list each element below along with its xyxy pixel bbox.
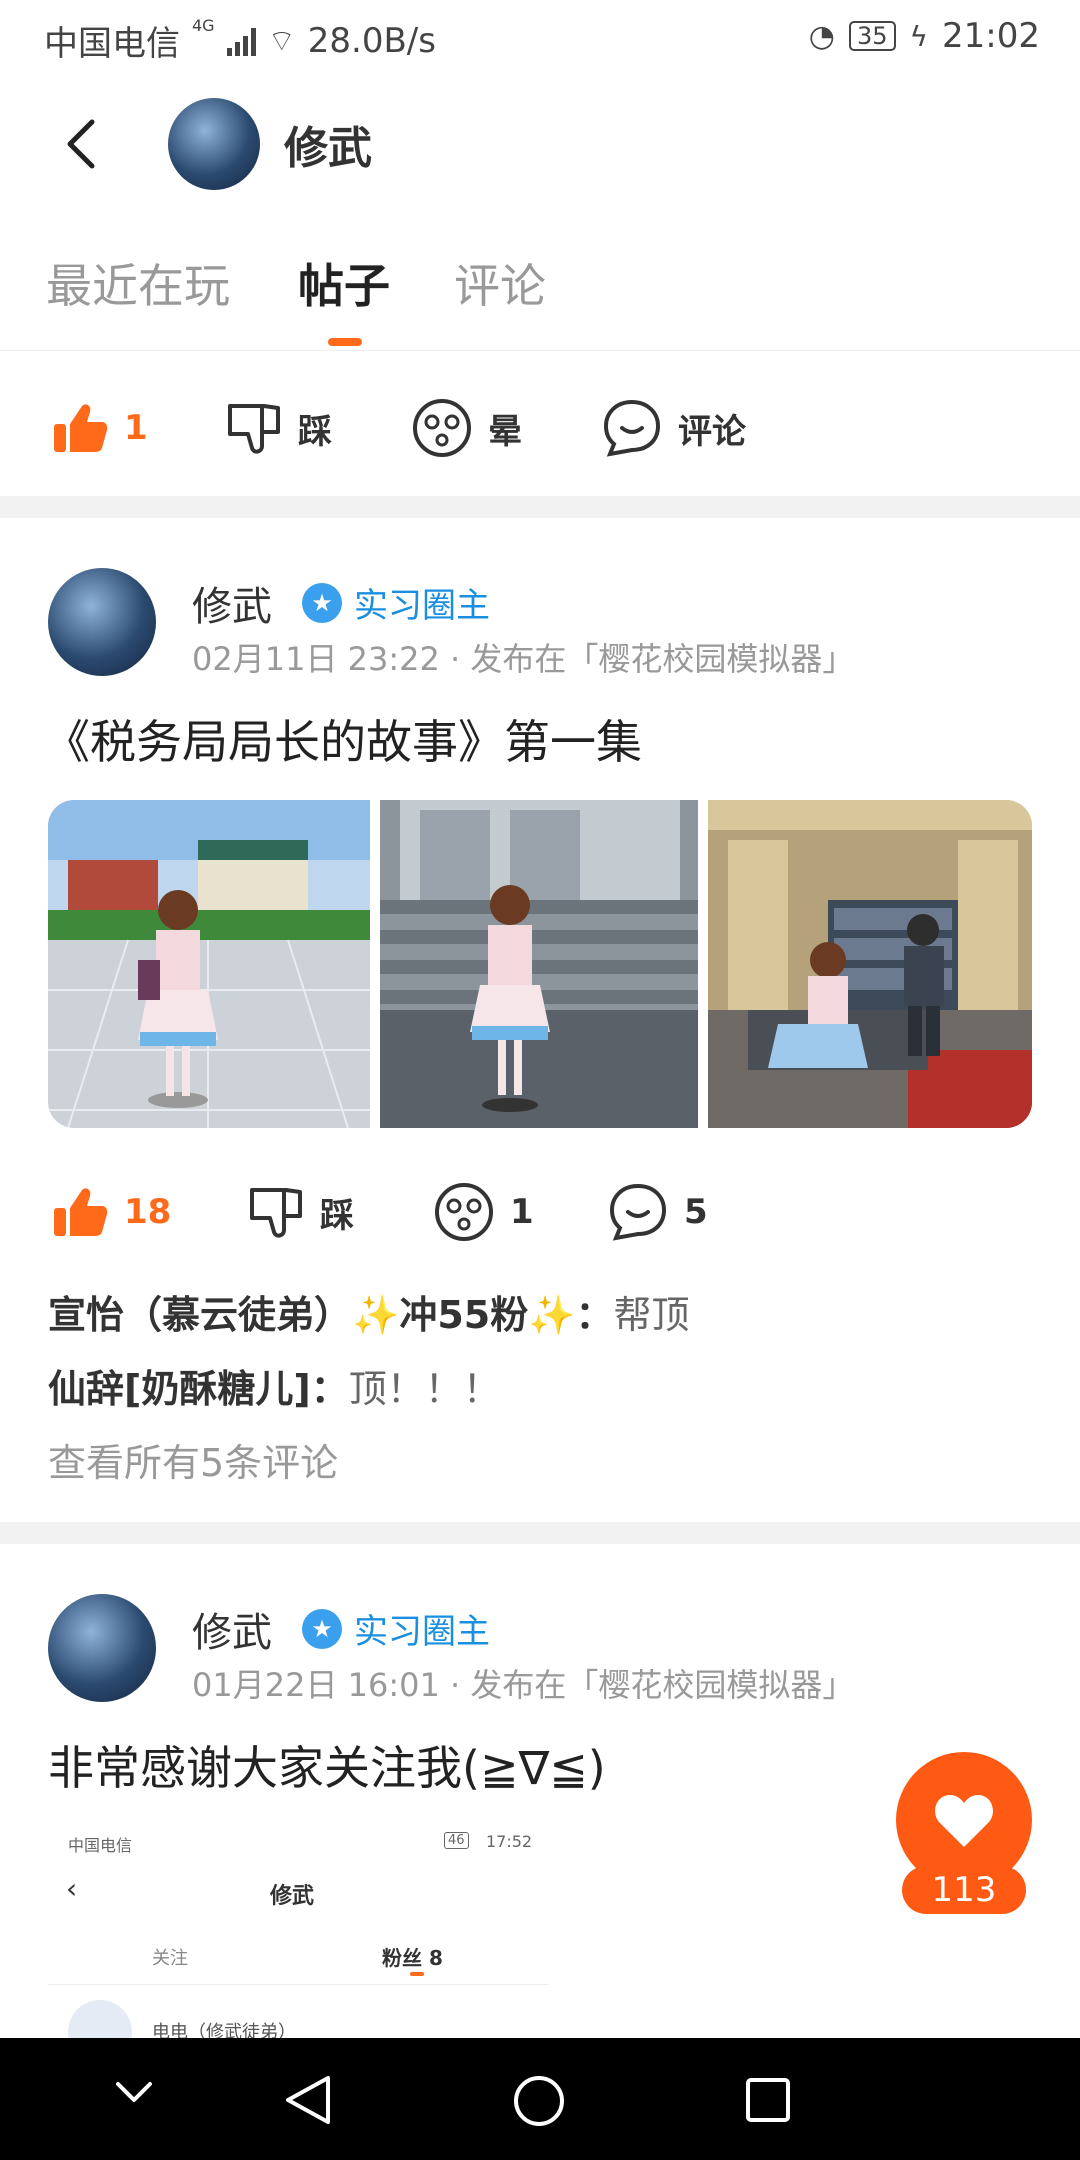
network-speed: 28.0B/s bbox=[307, 20, 436, 61]
like-count: 18 bbox=[124, 1192, 172, 1232]
dislike-button[interactable]: 踩 bbox=[226, 378, 332, 478]
post-author-name[interactable]: 修武 bbox=[192, 1600, 272, 1658]
thumbs-down-icon bbox=[250, 1188, 302, 1238]
star-badge-icon: ★ bbox=[302, 1608, 342, 1649]
system-nav-bar bbox=[0, 2038, 1080, 2160]
shot-name: 修武 bbox=[270, 1884, 315, 1909]
like-button[interactable]: 18 bbox=[52, 1162, 171, 1262]
role-badge: ★ 实习圈主 bbox=[302, 1604, 490, 1653]
thumbs-down-icon bbox=[228, 404, 280, 454]
wifi-icon: ⌔ bbox=[267, 23, 296, 59]
post-title[interactable]: 非常感谢大家关注我(≧∇≦) bbox=[48, 1732, 606, 1798]
dizzy-face-icon bbox=[435, 1183, 493, 1241]
tab-recently-played[interactable]: 最近在玩 bbox=[46, 250, 230, 316]
clock: 21:02 bbox=[942, 16, 1040, 56]
badge-label: 实习圈主 bbox=[354, 1612, 490, 1652]
post-image-screenshot[interactable]: 中国电信 46 17:52 ‹ 修武 关注 粉丝 8 电电（修武徒弟） bbox=[48, 1822, 548, 2038]
shot-divider bbox=[48, 1984, 548, 1985]
comment-button[interactable]: 评论 bbox=[602, 378, 746, 478]
post-meta: 02月11日 23:22 · 发布在「樱花校园模拟器」 bbox=[192, 640, 855, 678]
signal-icon bbox=[226, 26, 256, 56]
shot-tab-indicator bbox=[410, 1972, 424, 1976]
shot-battery: 46 bbox=[444, 1832, 469, 1849]
dizzy-count: 1 bbox=[510, 1192, 534, 1232]
profile-header: 修武 bbox=[0, 90, 1080, 200]
like-count: 1 bbox=[124, 408, 148, 448]
comment-count: 5 bbox=[684, 1192, 708, 1232]
comment-user[interactable]: 仙辞[奶酥糖儿]： bbox=[48, 1367, 349, 1411]
carrier-label: 中国电信 bbox=[44, 24, 180, 64]
post-author-avatar[interactable] bbox=[48, 568, 156, 676]
network-type: 4G bbox=[192, 16, 215, 35]
like-button[interactable]: 1 bbox=[52, 378, 148, 478]
post-author-avatar[interactable] bbox=[48, 1594, 156, 1702]
comment-button[interactable]: 5 bbox=[608, 1162, 708, 1262]
shot-carrier: 中国电信 bbox=[68, 1836, 133, 1855]
status-bar: 中国电信 4G ⌔ 28.0B/s ◔ 35 ϟ 21:02 bbox=[0, 0, 1080, 74]
dislike-label: 踩 bbox=[320, 1195, 354, 1236]
comment-bubble-icon bbox=[603, 399, 661, 457]
avatar[interactable] bbox=[168, 98, 260, 190]
comment-bubble-icon bbox=[609, 1183, 667, 1241]
post-action-bar: 18 踩 1 5 bbox=[0, 1162, 1080, 1262]
comment-text: 顶！！！ bbox=[348, 1367, 501, 1411]
badge-label: 实习圈主 bbox=[354, 586, 490, 626]
star-badge-icon: ★ bbox=[302, 582, 342, 623]
comment-user[interactable]: 宣怡（慕云徒弟）✨冲55粉✨： bbox=[48, 1293, 614, 1337]
shot-time: 17:52 bbox=[486, 1832, 533, 1851]
dislike-button[interactable]: 踩 bbox=[248, 1162, 354, 1262]
section-divider bbox=[0, 496, 1080, 518]
view-all-comments-link[interactable]: 查看所有5条评论 bbox=[48, 1432, 338, 1487]
thumbs-up-icon bbox=[54, 1188, 108, 1236]
post-image-2[interactable] bbox=[380, 800, 698, 1128]
post-author-name[interactable]: 修武 bbox=[192, 574, 272, 632]
tab-bar: 最近在玩 帖子 评论 bbox=[0, 240, 1080, 351]
dizzy-button[interactable]: 晕 bbox=[412, 378, 522, 478]
charging-icon: ϟ bbox=[909, 19, 929, 53]
shot-tab-fans: 粉丝 8 bbox=[382, 1946, 443, 1970]
back-arrow-icon[interactable] bbox=[62, 116, 102, 172]
profile-name: 修武 bbox=[284, 123, 372, 174]
dizzy-button[interactable]: 1 bbox=[434, 1162, 534, 1262]
shot-row-text: 电电（修武徒弟） bbox=[152, 2022, 296, 2038]
shot-avatar bbox=[68, 2000, 132, 2038]
floating-like-count: 113 bbox=[902, 1866, 1026, 1914]
post-title[interactable]: 《税务局局长的故事》第一集 bbox=[44, 706, 642, 772]
comment-text: 帮顶 bbox=[613, 1293, 690, 1337]
tab-comments[interactable]: 评论 bbox=[454, 250, 546, 316]
dislike-label: 踩 bbox=[298, 411, 332, 452]
post-image-3[interactable] bbox=[708, 800, 1032, 1128]
top-action-bar: 1 踩 晕 评论 bbox=[0, 378, 1080, 478]
tab-posts[interactable]: 帖子 bbox=[298, 250, 390, 316]
comment-preview[interactable]: 仙辞[奶酥糖儿]：顶！！！ bbox=[48, 1358, 501, 1413]
dizzy-label: 晕 bbox=[488, 411, 522, 452]
hide-keyboard-icon[interactable] bbox=[114, 2080, 154, 2106]
battery-icon: 35 bbox=[848, 21, 896, 51]
data-saver-icon: ◔ bbox=[808, 18, 835, 54]
tab-indicator bbox=[328, 338, 362, 346]
shot-back-icon: ‹ bbox=[66, 1872, 78, 1905]
heart-icon bbox=[935, 1795, 993, 1847]
home-nav-icon[interactable] bbox=[512, 2074, 566, 2128]
recents-nav-icon[interactable] bbox=[744, 2076, 792, 2124]
dizzy-face-icon bbox=[413, 399, 471, 457]
role-badge: ★ 实习圈主 bbox=[302, 578, 490, 627]
section-divider bbox=[0, 1522, 1080, 1544]
back-nav-icon[interactable] bbox=[284, 2074, 332, 2126]
thumbs-up-icon bbox=[54, 404, 108, 452]
post-image-1[interactable] bbox=[48, 800, 370, 1128]
comment-label: 评论 bbox=[678, 411, 746, 452]
comment-preview[interactable]: 宣怡（慕云徒弟）✨冲55粉✨：帮顶 bbox=[48, 1284, 690, 1339]
shot-tab-follow: 关注 bbox=[152, 1948, 188, 1969]
post-meta: 01月22日 16:01 · 发布在「樱花校园模拟器」 bbox=[192, 1666, 855, 1704]
